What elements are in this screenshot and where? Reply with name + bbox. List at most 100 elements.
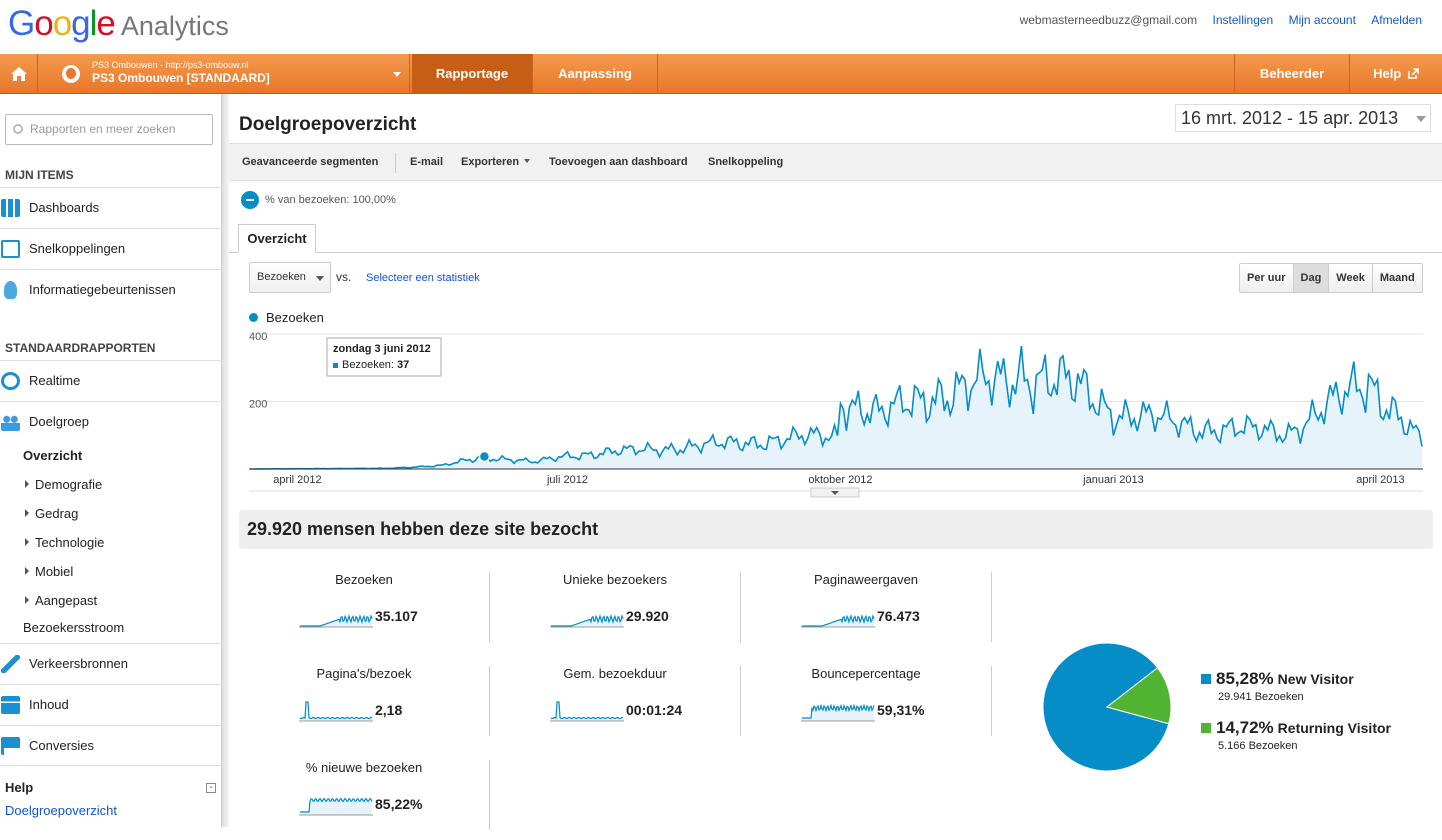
account-email: webmasterneedbuzz@gmail.com <box>1019 13 1198 27</box>
metric-divider <box>489 760 490 830</box>
metric-sparkline <box>299 797 373 816</box>
sidebar-subitem-custom[interactable]: Aangepast <box>25 593 97 608</box>
sidebar-item-label: Verkeersbronnen <box>29 656 129 671</box>
sidebar-item-label: Snelkoppelingen <box>29 241 126 256</box>
metric-nieuwe-bezoeken[interactable]: % nieuwe bezoeken 85,22% <box>239 760 489 840</box>
metric-bouncepercentage[interactable]: Bouncepercentage 59,31% <box>741 666 991 746</box>
property-url: PS3 Ombouwen - http://ps3-ombouw.nl <box>92 60 249 70</box>
report-search-input[interactable]: Rapporten en meer zoeken <box>5 114 213 145</box>
page-title: Doelgroepoverzicht <box>239 114 417 135</box>
granularity-hourly[interactable]: Per uur <box>1240 264 1293 292</box>
metric-divider <box>991 572 992 642</box>
main-content: Doelgroepoverzicht 16 mrt. 2012 - 15 apr… <box>229 94 1442 830</box>
sidebar-subitem-technology[interactable]: Technologie <box>25 535 104 550</box>
metric-sparkline <box>550 613 624 628</box>
legend-swatch <box>1201 674 1211 684</box>
sidebar-item-traffic-sources[interactable]: Verkeersbronnen <box>0 643 222 684</box>
metric-label: Gem. bezoekduur <box>563 666 667 681</box>
metric-pagina-s-bezoek[interactable]: Pagina's/bezoek 2,18 <box>239 666 489 746</box>
tab-customization[interactable]: Aanpassing <box>533 54 658 94</box>
sidebar-splitter[interactable] <box>222 94 229 827</box>
tab-reporting[interactable]: Rapportage <box>412 54 533 94</box>
metric-gem-bezoekduur[interactable]: Gem. bezoekduur 00:01:24 <box>490 666 740 746</box>
granularity-week[interactable]: Week <box>1328 264 1372 292</box>
tab-overview[interactable]: Overzicht <box>238 224 316 253</box>
help-link[interactable]: Doelgroepoverzicht <box>5 803 117 818</box>
sidebar-subitem-demographics[interactable]: Demografie <box>25 477 102 492</box>
dashboard-icon <box>1 199 20 217</box>
caret-right-icon <box>25 509 29 517</box>
metric-divider <box>740 666 741 736</box>
settings-link[interactable]: Instellingen <box>1213 13 1274 27</box>
sidebar-item-intelligence-events[interactable]: Informatiegebeurtenissen <box>0 269 222 310</box>
x-tick-label: oktober 2012 <box>808 474 872 486</box>
add-to-dashboard-button[interactable]: Toevoegen aan dashboard <box>549 156 688 168</box>
help-button[interactable]: Help <box>1350 54 1442 94</box>
legend-percent: 85,28% <box>1216 669 1274 688</box>
date-range-picker[interactable]: 16 mrt. 2012 - 15 apr. 2013 <box>1175 104 1431 132</box>
tooltip-swatch <box>333 363 338 368</box>
legend-new-visitor[interactable]: 85,28% New Visitor 29.941 Bezoeken <box>1201 669 1354 703</box>
content-icon <box>1 696 20 714</box>
x-tick-label: april 2013 <box>1356 474 1404 486</box>
visitors-summary: 29.920 mensen hebben deze site bezocht <box>239 510 1433 549</box>
metric-unieke-bezoekers[interactable]: Unieke bezoekers 29.920 <box>490 572 740 652</box>
export-button[interactable]: Exporteren <box>461 156 531 168</box>
sidebar-subitem-mobile[interactable]: Mobiel <box>25 564 73 579</box>
help-collapse-icon[interactable]: - <box>206 783 216 793</box>
advanced-segments-button[interactable]: Geavanceerde segmenten <box>242 156 378 168</box>
tooltip-point[interactable] <box>478 450 491 463</box>
metric-bezoeken[interactable]: Bezoeken 35.107 <box>239 572 489 652</box>
sidebar-item-audience[interactable]: Doelgroep <box>0 401 222 442</box>
sidebar-subitem-label: Mobiel <box>35 564 74 579</box>
metric-paginaweergaven[interactable]: Paginaweergaven 76.473 <box>741 572 991 652</box>
sidebar: Rapporten en meer zoeken MIJN ITEMS Dash… <box>0 94 222 827</box>
select-metric-link[interactable]: Selecteer een statistiek <box>366 272 480 284</box>
segment-indicator[interactable]: % van bezoeken: 100,00% <box>241 191 396 209</box>
granularity-month[interactable]: Maand <box>1371 264 1422 292</box>
sidebar-subitem-label: Aangepast <box>35 593 98 608</box>
sidebar-item-content[interactable]: Inhoud <box>0 684 222 725</box>
metric-divider <box>489 572 490 642</box>
sidebar-item-label: Inhoud <box>29 697 69 712</box>
visitor-type-pie[interactable] <box>1042 642 1172 772</box>
home-icon <box>10 67 27 81</box>
sidebar-subitem-label: Technologie <box>35 535 105 550</box>
sign-out-link[interactable]: Afmelden <box>1371 13 1422 27</box>
sidebar-item-label: Informatiegebeurtenissen <box>29 282 176 297</box>
chart-legend[interactable]: Bezoeken <box>249 310 324 325</box>
shortcut-button[interactable]: Snelkoppeling <box>708 156 783 168</box>
google-analytics-logo[interactable]: Google Analytics <box>8 4 229 44</box>
property-selector[interactable]: PS3 Ombouwen - http://ps3-ombouw.nl PS3 … <box>50 54 410 94</box>
visits-line-chart[interactable]: 400 200 april 2012 juli 2012 oktober 2012 jan… <box>249 330 1423 500</box>
metric-sparkline <box>299 701 373 722</box>
sparkline-fill <box>300 798 372 815</box>
chevron-down-icon <box>393 72 401 77</box>
legend-returning-visitor[interactable]: 14,72% Returning Visitor 5.166 Bezoeken <box>1201 718 1391 752</box>
legend-percent: 14,72% <box>1216 718 1274 737</box>
sidebar-item-realtime[interactable]: Realtime <box>0 360 222 401</box>
x-tick-label: juli 2012 <box>546 474 588 486</box>
sidebar-item-conversions[interactable]: Conversies <box>0 725 222 766</box>
help-heading: Help <box>5 780 34 795</box>
metric-label: % nieuwe bezoeken <box>305 760 423 775</box>
sidebar-item-label: Conversies <box>29 738 95 753</box>
sidebar-subitem-visitors-flow[interactable]: Bezoekersstroom <box>23 620 124 635</box>
metric-select[interactable]: Bezoeken <box>249 262 331 293</box>
sidebar-item-dashboards[interactable]: Dashboards <box>0 187 222 228</box>
audience-icon <box>1 413 20 431</box>
home-button[interactable] <box>0 54 38 94</box>
granularity-buttons: Per uur Dag Week Maand <box>1239 263 1423 293</box>
sidebar-subitem-behavior[interactable]: Gedrag <box>25 506 78 521</box>
metric-value: 76.473 <box>877 608 920 624</box>
lightbulb-icon <box>4 281 17 299</box>
sidebar-subitem-overview[interactable]: Overzicht <box>23 448 82 463</box>
admin-button[interactable]: Beheerder <box>1234 54 1350 94</box>
email-button[interactable]: E-mail <box>410 156 443 168</box>
sidebar-item-shortcuts[interactable]: Snelkoppelingen <box>0 228 222 269</box>
legend-name: New Visitor <box>1277 671 1354 687</box>
my-account-link[interactable]: Mijn account <box>1289 13 1356 27</box>
metric-value: 2,18 <box>375 702 403 718</box>
legend-dot <box>249 313 258 322</box>
granularity-day[interactable]: Dag <box>1292 264 1329 292</box>
